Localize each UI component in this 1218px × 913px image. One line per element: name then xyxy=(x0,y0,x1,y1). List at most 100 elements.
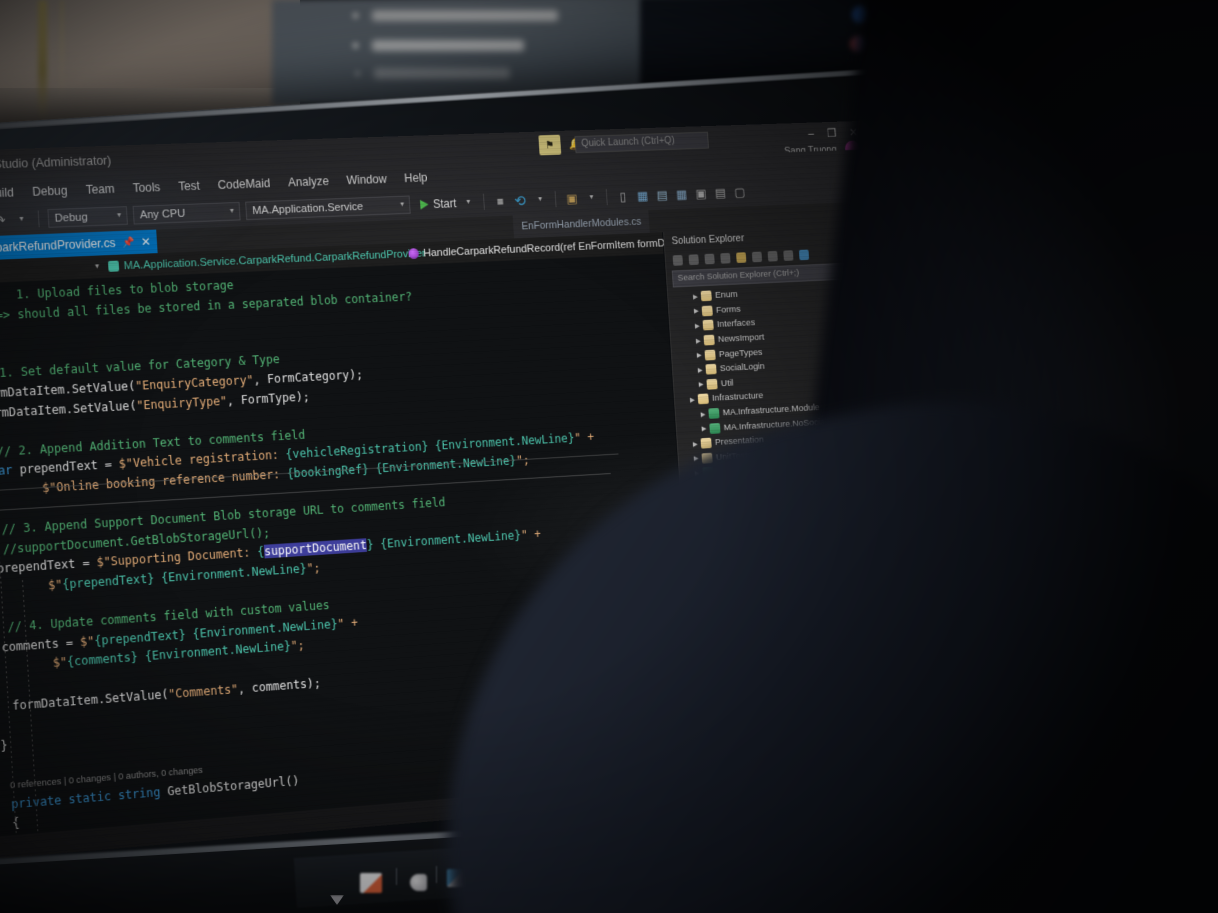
code-token: "; xyxy=(306,560,321,576)
chevron-down-icon: ▼ xyxy=(228,207,236,215)
window-icon[interactable]: ▦ xyxy=(635,188,650,203)
quick-launch-input[interactable]: Quick Launch (Ctrl+Q) xyxy=(574,131,709,154)
folder-icon xyxy=(702,320,714,331)
startup-project-value: MA.Application.Service xyxy=(251,200,364,217)
platform-combo[interactable]: Any CPU ▼ xyxy=(132,201,241,225)
menu-item-build[interactable]: Build xyxy=(0,185,14,200)
tree-item-label: Infrastructure xyxy=(711,390,764,405)
forward-icon[interactable] xyxy=(688,254,699,266)
menu-item-window[interactable]: Window xyxy=(346,172,387,187)
box-icon[interactable]: ▢ xyxy=(732,185,747,200)
comment-icon[interactable]: ▯ xyxy=(615,189,630,204)
method-icon xyxy=(408,248,420,260)
redo-icon[interactable]: ↷ xyxy=(0,213,8,228)
code-token: formDataItem.SetValue( xyxy=(0,398,137,421)
project-selector[interactable]: ▼ xyxy=(0,263,101,276)
chevron-down-icon[interactable]: ▼ xyxy=(533,196,548,203)
refresh-icon[interactable] xyxy=(720,252,731,264)
code-token: $" xyxy=(79,633,95,649)
project-icon xyxy=(709,422,721,434)
bullet-marker xyxy=(352,12,359,19)
code-token: $" xyxy=(47,577,63,593)
stop-icon[interactable]: ■ xyxy=(492,194,507,208)
maximize-button[interactable]: ❐ xyxy=(827,126,837,139)
panel-icon[interactable]: ▣ xyxy=(693,186,708,201)
preview-icon[interactable] xyxy=(783,250,794,261)
class-icon xyxy=(107,260,120,272)
grid-icon[interactable]: ▦ xyxy=(674,187,689,202)
redo-dropdown-icon[interactable]: ▼ xyxy=(14,216,30,224)
project-icon xyxy=(708,408,720,419)
properties-icon[interactable] xyxy=(751,251,763,263)
background-bullet-2 xyxy=(372,40,524,51)
folder-icon xyxy=(700,290,712,302)
code-token: "EnquiryType" xyxy=(135,393,228,413)
pin-icon[interactable]: 📌 xyxy=(122,237,135,248)
sync-icon[interactable] xyxy=(798,249,810,261)
menu-item-team[interactable]: Team xyxy=(85,182,115,197)
tree-item-label: Forms xyxy=(715,304,741,316)
list-icon[interactable]: ▤ xyxy=(654,188,669,203)
flag-icon[interactable]: ⚑ xyxy=(538,134,562,156)
bullet-marker xyxy=(352,42,359,49)
minimize-button[interactable]: – xyxy=(808,127,815,140)
folder-icon xyxy=(704,349,716,361)
show-all-files-icon[interactable] xyxy=(767,250,778,262)
window-title: ...sual Studio (Administrator) xyxy=(0,153,112,173)
attach-icon[interactable]: ▣ xyxy=(564,191,579,206)
startup-project-combo[interactable]: MA.Application.Service ▼ xyxy=(245,195,411,221)
solution-explorer-title: Solution Explorer xyxy=(671,232,745,247)
toolbar-separator xyxy=(483,193,486,210)
toolbar-separator xyxy=(436,866,437,883)
code-token: "; xyxy=(290,638,305,654)
menu-item-test[interactable]: Test xyxy=(178,178,200,192)
code-token: comments = xyxy=(1,634,81,655)
folder-icon xyxy=(706,378,718,390)
menu-item-debug[interactable]: Debug xyxy=(32,183,68,198)
chevron-down-icon[interactable]: ▼ xyxy=(461,199,476,206)
start-debug-button[interactable]: Start ▼ xyxy=(419,195,476,211)
chevron-down-icon: ▼ xyxy=(398,201,406,209)
platform-value: Any CPU xyxy=(139,207,186,221)
code-token: "Comments" xyxy=(167,681,239,701)
back-icon[interactable] xyxy=(672,254,684,266)
menu-item-codemaid[interactable]: CodeMaid xyxy=(217,176,270,192)
configuration-combo[interactable]: Debug ▼ xyxy=(47,206,128,228)
refresh-icon[interactable]: ⟲ xyxy=(512,192,528,210)
chevron-down-icon[interactable]: ▼ xyxy=(584,194,599,201)
breakpoint-icon[interactable] xyxy=(360,873,382,893)
code-token: " + xyxy=(520,527,542,543)
start-label: Start xyxy=(432,196,457,211)
toolbar-separator xyxy=(554,190,557,208)
background-bullet-1 xyxy=(372,10,558,21)
tree-item-label: Util xyxy=(720,377,734,389)
bullet-marker xyxy=(354,70,361,77)
photo-scene: ...sual Studio (Administrator) ⚑ 🔔 Quick… xyxy=(0,0,1218,913)
code-token: , comments); xyxy=(237,675,322,696)
folder-icon xyxy=(697,393,709,405)
tree-item-label: Interfaces xyxy=(716,318,756,331)
play-icon xyxy=(419,199,429,210)
chart-icon[interactable]: ▤ xyxy=(713,185,728,200)
menu-item-analyze[interactable]: Analyze xyxy=(288,174,329,189)
tree-item-label: SocialLogin xyxy=(719,361,766,375)
code-token: {comments} xyxy=(66,650,139,670)
code-token: , FormType); xyxy=(226,389,310,408)
home-icon[interactable] xyxy=(704,253,715,265)
code-token: " + xyxy=(337,615,359,631)
key-icon[interactable] xyxy=(410,874,427,891)
menu-item-help[interactable]: Help xyxy=(404,170,428,184)
folder-icon xyxy=(700,437,712,449)
code-token: , FormCategory); xyxy=(252,367,364,387)
tree-item-label: Enum xyxy=(714,289,739,301)
code-token: {prependText} xyxy=(61,571,155,592)
close-icon[interactable]: ✕ xyxy=(141,235,152,249)
folder-icon xyxy=(703,334,715,346)
collapse-icon[interactable] xyxy=(736,252,747,263)
code-token: prependText = xyxy=(0,555,98,577)
document-tab-label: CarparkRefundProvider.cs xyxy=(0,236,116,256)
code-token: var xyxy=(0,463,13,479)
tree-item-label: NewsImport xyxy=(717,332,765,345)
menu-item-tools[interactable]: Tools xyxy=(132,180,160,195)
code-token: formDataItem.SetValue( xyxy=(11,686,169,713)
